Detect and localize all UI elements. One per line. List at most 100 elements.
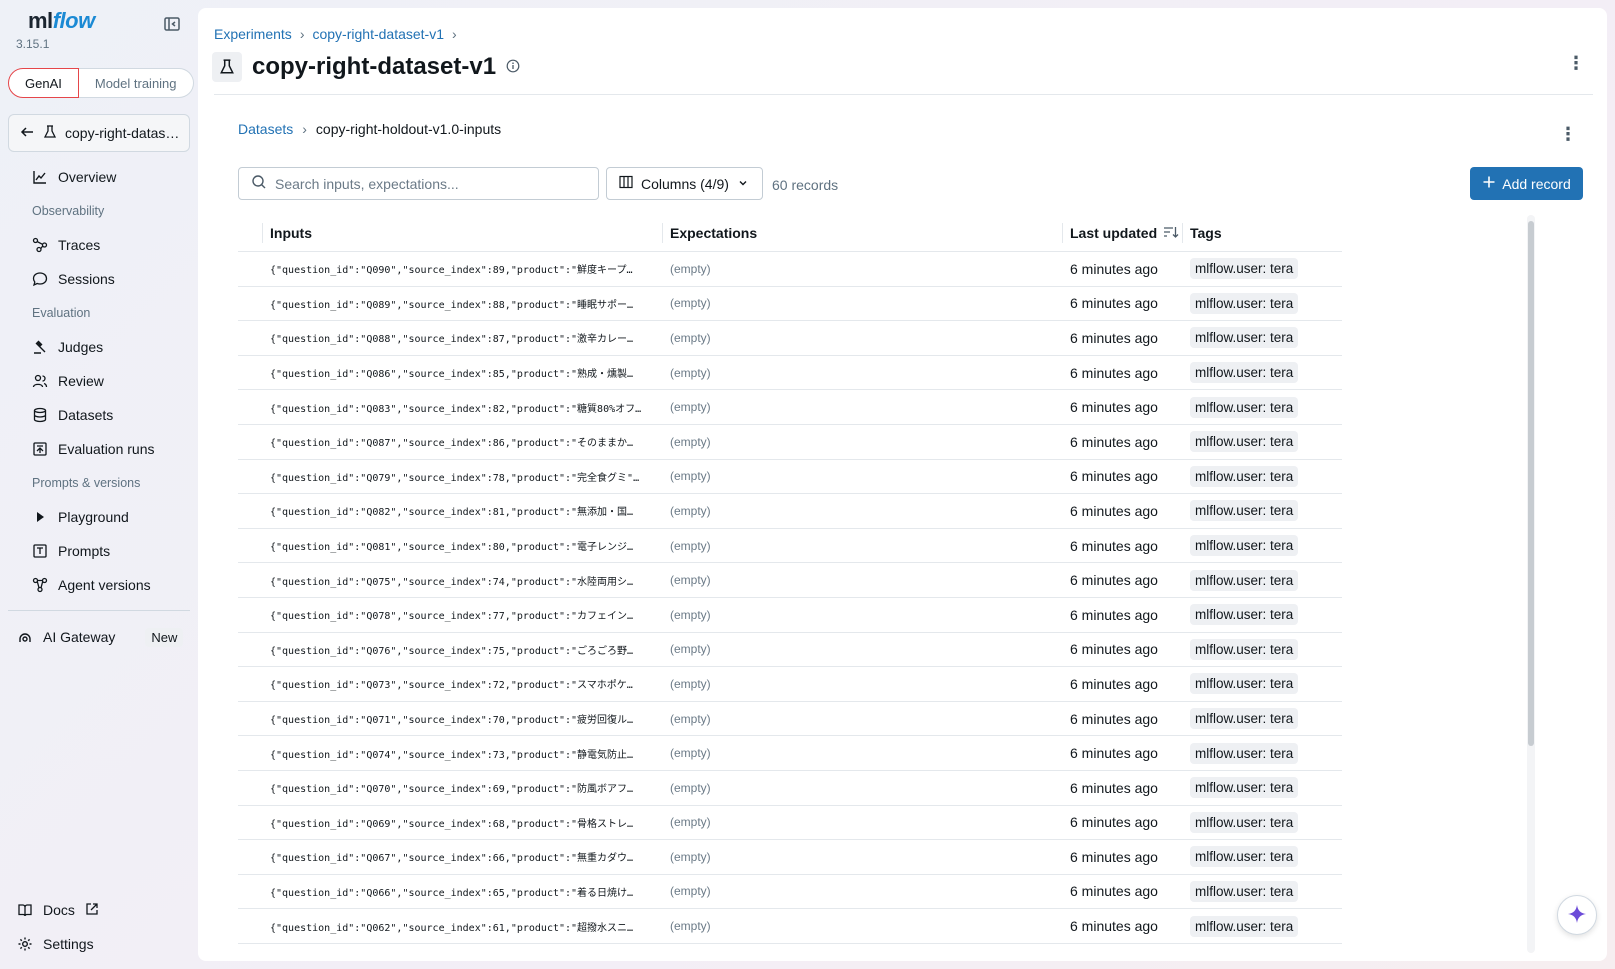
cell-inputs[interactable]: {"question_id":"Q073","source_index":72,…: [262, 676, 662, 691]
cell-inputs[interactable]: {"question_id":"Q087","source_index":86,…: [262, 434, 662, 449]
table-row[interactable]: {"question_id":"Q067","source_index":66,…: [238, 840, 1342, 875]
cell-tags: mlflow.user: tera: [1182, 673, 1342, 695]
cell-expectations[interactable]: (empty): [662, 400, 1062, 414]
cell-expectations[interactable]: (empty): [662, 435, 1062, 449]
table-row[interactable]: {"question_id":"Q081","source_index":80,…: [238, 529, 1342, 564]
cell-expectations[interactable]: (empty): [662, 884, 1062, 898]
table-row[interactable]: {"question_id":"Q075","source_index":74,…: [238, 563, 1342, 598]
experiment-menu-icon[interactable]: ⋮: [1566, 53, 1586, 73]
table-row[interactable]: {"question_id":"Q090","source_index":89,…: [238, 252, 1342, 287]
cell-expectations[interactable]: (empty): [662, 331, 1062, 345]
cell-inputs[interactable]: {"question_id":"Q086","source_index":85,…: [262, 365, 662, 380]
cell-expectations[interactable]: (empty): [662, 573, 1062, 587]
sidebar-item-ai-gateway[interactable]: AI Gateway New: [16, 623, 184, 651]
cell-inputs[interactable]: {"question_id":"Q075","source_index":74,…: [262, 573, 662, 588]
sidebar-item-datasets[interactable]: Datasets: [31, 401, 113, 429]
assistant-button[interactable]: [1557, 895, 1597, 935]
sidebar-item-prompts[interactable]: Prompts: [31, 537, 110, 565]
cell-expectations[interactable]: (empty): [662, 746, 1062, 760]
table-row[interactable]: {"question_id":"Q078","source_index":77,…: [238, 598, 1342, 633]
table-row[interactable]: {"question_id":"Q089","source_index":88,…: [238, 287, 1342, 322]
mlflow-logo[interactable]: mlflow: [28, 8, 95, 34]
table-row[interactable]: {"question_id":"Q073","source_index":72,…: [238, 667, 1342, 702]
table-row[interactable]: {"question_id":"Q071","source_index":70,…: [238, 702, 1342, 737]
breadcrumb-experiments[interactable]: Experiments: [214, 26, 292, 42]
column-header-expectations[interactable]: Expectations: [662, 215, 1062, 251]
table-row[interactable]: {"question_id":"Q069","source_index":68,…: [238, 806, 1342, 841]
sidebar-item-judges[interactable]: Judges: [31, 333, 103, 361]
breadcrumb-experiment[interactable]: copy-right-dataset-v1: [312, 26, 444, 42]
cell-expectations[interactable]: (empty): [662, 366, 1062, 380]
back-arrow-icon[interactable]: [19, 124, 35, 143]
genai-mode-button[interactable]: GenAI: [8, 68, 79, 98]
table-row[interactable]: {"question_id":"Q088","source_index":87,…: [238, 321, 1342, 356]
cell-expectations[interactable]: (empty): [662, 539, 1062, 553]
sort-descending-icon[interactable]: [1163, 225, 1179, 242]
cell-inputs[interactable]: {"question_id":"Q066","source_index":65,…: [262, 884, 662, 899]
sidebar-item-playground[interactable]: Playground: [31, 503, 129, 531]
cell-expectations[interactable]: (empty): [662, 469, 1062, 483]
sidebar-item-traces[interactable]: Traces: [31, 231, 100, 259]
table-row[interactable]: {"question_id":"Q076","source_index":75,…: [238, 633, 1342, 668]
breadcrumb-separator: ›: [299, 26, 305, 42]
cell-expectations[interactable]: (empty): [662, 815, 1062, 829]
sidebar-collapse-icon[interactable]: [163, 15, 181, 33]
cell-inputs[interactable]: {"question_id":"Q088","source_index":87,…: [262, 330, 662, 345]
cell-last-updated: 6 minutes ago: [1062, 434, 1182, 450]
sidebar-item-overview[interactable]: Overview: [31, 163, 116, 191]
cell-expectations[interactable]: (empty): [662, 677, 1062, 691]
cell-expectations[interactable]: (empty): [662, 262, 1062, 276]
cell-inputs[interactable]: {"question_id":"Q071","source_index":70,…: [262, 711, 662, 726]
cell-inputs[interactable]: {"question_id":"Q078","source_index":77,…: [262, 607, 662, 622]
search-input[interactable]: Search inputs, expectations...: [238, 167, 599, 200]
table-row[interactable]: {"question_id":"Q074","source_index":73,…: [238, 736, 1342, 771]
sidebar-item-docs[interactable]: Docs: [16, 896, 99, 924]
cell-expectations[interactable]: (empty): [662, 781, 1062, 795]
table-row[interactable]: {"question_id":"Q086","source_index":85,…: [238, 356, 1342, 391]
cell-expectations[interactable]: (empty): [662, 642, 1062, 656]
cell-inputs[interactable]: {"question_id":"Q074","source_index":73,…: [262, 746, 662, 761]
cell-expectations[interactable]: (empty): [662, 296, 1062, 310]
sidebar-item-sessions[interactable]: Sessions: [31, 265, 115, 293]
cell-inputs[interactable]: {"question_id":"Q081","source_index":80,…: [262, 538, 662, 553]
cell-expectations[interactable]: (empty): [662, 919, 1062, 933]
column-header-last-updated[interactable]: Last updated: [1062, 215, 1182, 251]
model-training-mode-button[interactable]: Model training: [78, 68, 194, 98]
cell-inputs[interactable]: {"question_id":"Q070","source_index":69,…: [262, 780, 662, 795]
columns-button[interactable]: Columns (4/9): [606, 167, 763, 200]
cell-inputs[interactable]: {"question_id":"Q082","source_index":81,…: [262, 503, 662, 518]
info-icon[interactable]: [506, 59, 520, 76]
add-record-button[interactable]: Add record: [1470, 167, 1583, 200]
table-row[interactable]: {"question_id":"Q079","source_index":78,…: [238, 460, 1342, 495]
cell-inputs[interactable]: {"question_id":"Q089","source_index":88,…: [262, 296, 662, 311]
sidebar-item-review[interactable]: Review: [31, 367, 104, 395]
column-header-tags[interactable]: Tags: [1182, 215, 1342, 251]
dataset-menu-icon[interactable]: ⋮: [1558, 124, 1578, 144]
table-row[interactable]: {"question_id":"Q087","source_index":86,…: [238, 425, 1342, 460]
cell-expectations[interactable]: (empty): [662, 504, 1062, 518]
cell-inputs[interactable]: {"question_id":"Q079","source_index":78,…: [262, 469, 662, 484]
table-row[interactable]: {"question_id":"Q062","source_index":61,…: [238, 909, 1342, 944]
cell-inputs[interactable]: {"question_id":"Q076","source_index":75,…: [262, 642, 662, 657]
column-header-inputs[interactable]: Inputs: [262, 215, 662, 251]
cell-inputs[interactable]: {"question_id":"Q067","source_index":66,…: [262, 849, 662, 864]
cell-expectations[interactable]: (empty): [662, 850, 1062, 864]
cell-inputs[interactable]: {"question_id":"Q090","source_index":89,…: [262, 261, 662, 276]
cell-inputs[interactable]: {"question_id":"Q083","source_index":82,…: [262, 400, 662, 415]
cell-expectations[interactable]: (empty): [662, 608, 1062, 622]
cell-inputs[interactable]: {"question_id":"Q069","source_index":68,…: [262, 815, 662, 830]
sidebar-item-agent-versions[interactable]: Agent versions: [31, 571, 151, 599]
scrollbar-thumb[interactable]: [1528, 221, 1534, 746]
table-row[interactable]: {"question_id":"Q070","source_index":69,…: [238, 771, 1342, 806]
cell-inputs[interactable]: {"question_id":"Q062","source_index":61,…: [262, 919, 662, 934]
table-row[interactable]: {"question_id":"Q066","source_index":65,…: [238, 875, 1342, 910]
sidebar-item-evaluation-runs[interactable]: Evaluation runs: [31, 435, 155, 463]
sidebar-item-settings[interactable]: Settings: [16, 930, 94, 958]
table-row[interactable]: {"question_id":"Q083","source_index":82,…: [238, 390, 1342, 425]
table-row[interactable]: {"question_id":"Q082","source_index":81,…: [238, 494, 1342, 529]
breadcrumb-datasets[interactable]: Datasets: [238, 121, 293, 137]
cell-expectations[interactable]: (empty): [662, 712, 1062, 726]
experiment-selector[interactable]: copy-right-datas…: [8, 114, 190, 152]
table-scrollbar[interactable]: [1527, 215, 1535, 953]
expectations-value: (empty): [670, 573, 711, 588]
